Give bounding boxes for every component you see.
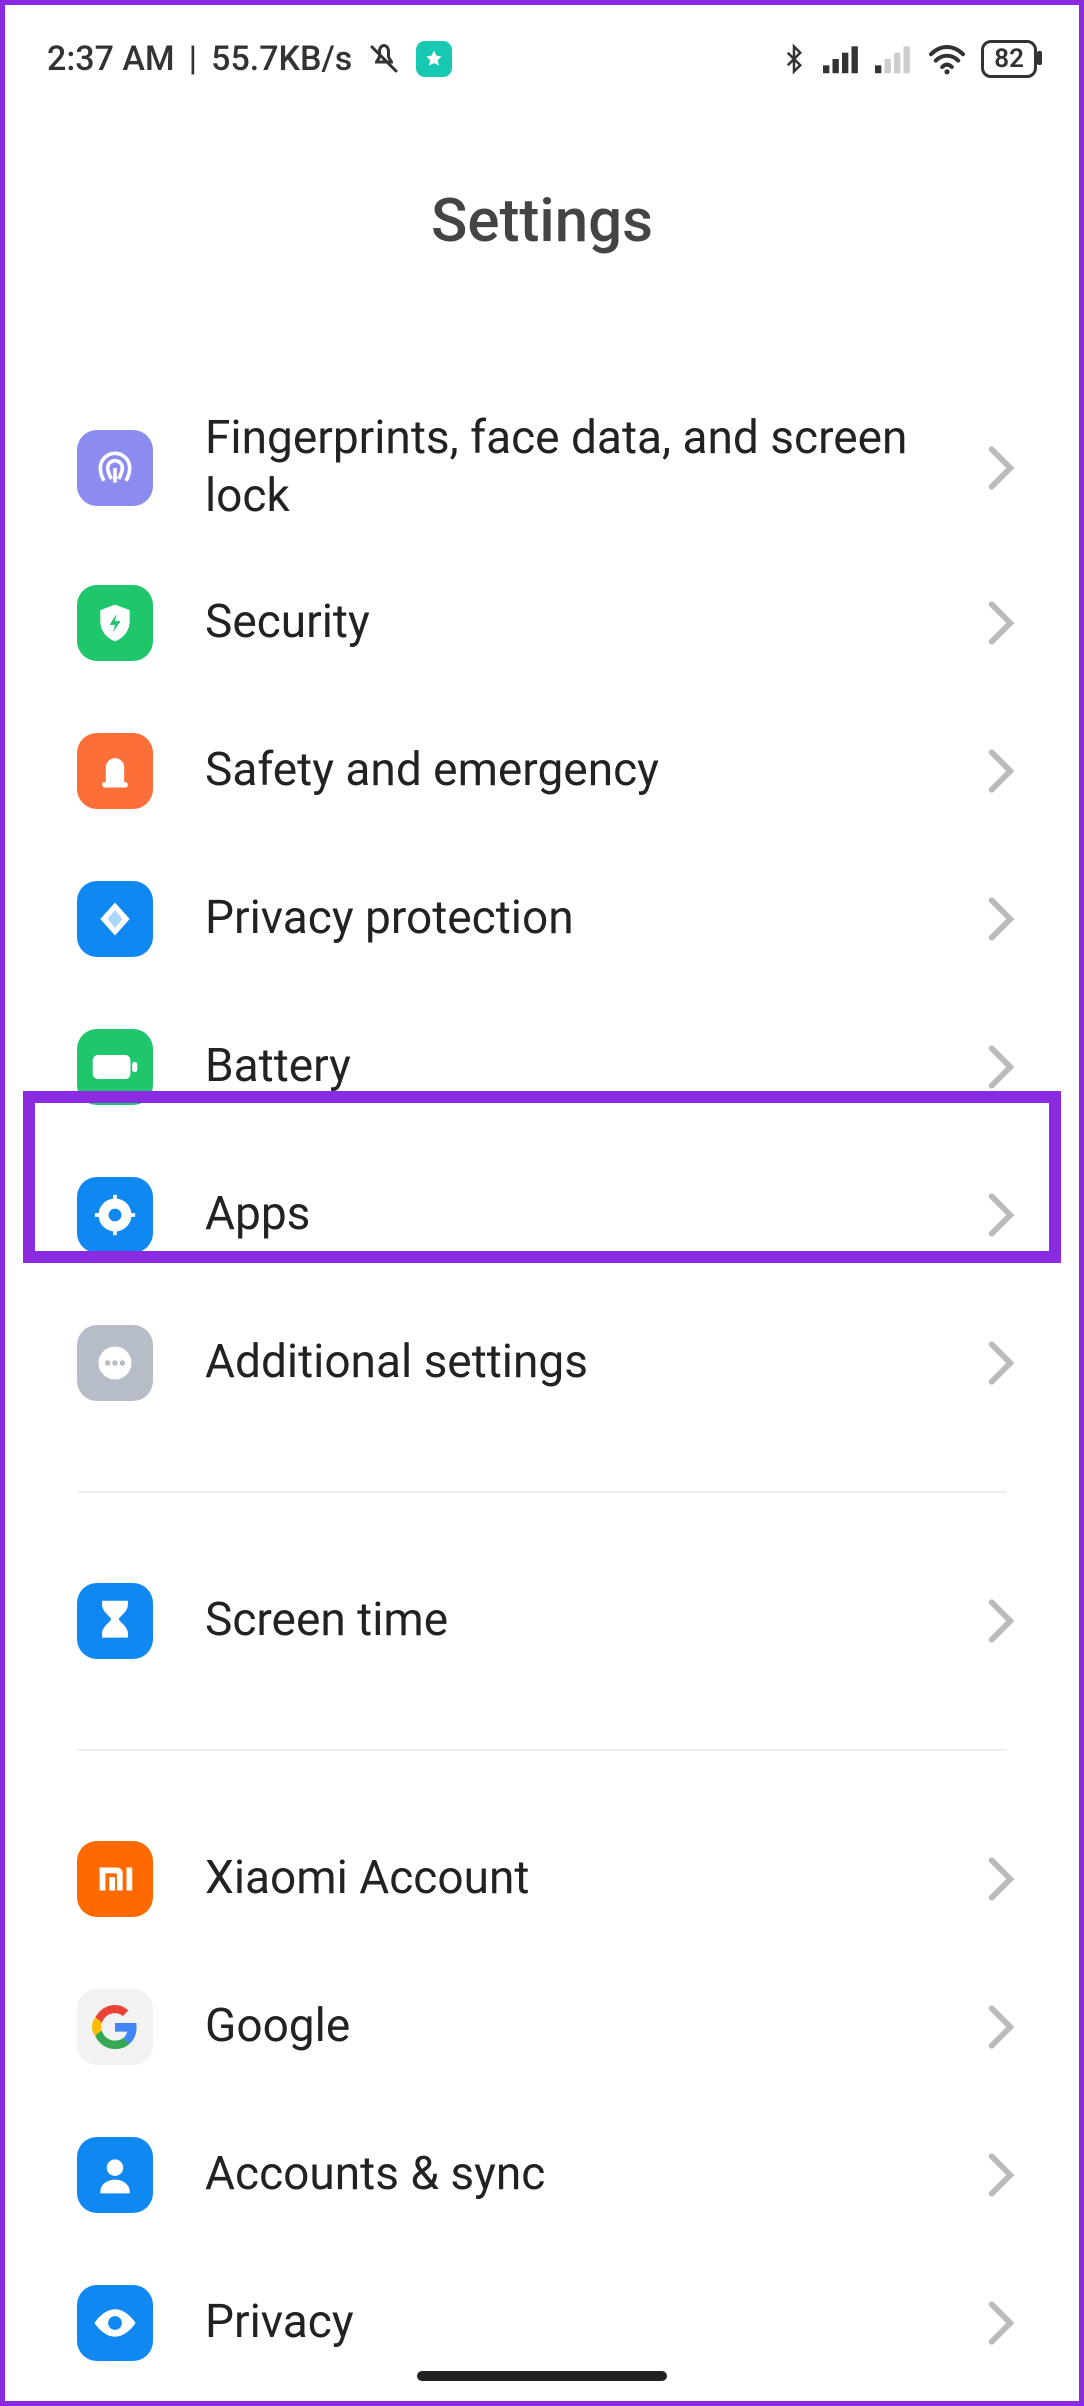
settings-item-xiaomi-account[interactable]: Xiaomi Account [5, 1805, 1079, 1953]
signal-2-icon [875, 44, 913, 74]
diamond-icon [77, 881, 153, 957]
navigation-handle[interactable] [417, 2371, 667, 2381]
settings-item-label: Privacy [205, 2294, 987, 2352]
chevron-right-icon [987, 1043, 1015, 1091]
signal-1-icon [823, 44, 861, 74]
app-badge-icon [416, 41, 452, 77]
settings-item-label: Xiaomi Account [205, 1850, 987, 1908]
dots-icon [77, 1325, 153, 1401]
settings-item-additional[interactable]: Additional settings [5, 1289, 1079, 1437]
wifi-icon [927, 43, 967, 75]
chevron-right-icon [987, 1597, 1015, 1645]
battery-indicator: 82 [981, 40, 1037, 78]
settings-item-accounts-sync[interactable]: Accounts & sync [5, 2101, 1079, 2249]
settings-item-safety[interactable]: Safety and emergency [5, 697, 1079, 845]
chevron-right-icon [987, 895, 1015, 943]
battery-icon [77, 1029, 153, 1105]
settings-item-google[interactable]: Google [5, 1953, 1079, 2101]
shield-bolt-icon [77, 585, 153, 661]
divider [77, 1749, 1007, 1751]
chevron-right-icon [987, 1339, 1015, 1387]
chevron-right-icon [987, 2151, 1015, 2199]
settings-item-label: Accounts & sync [205, 2146, 987, 2204]
settings-item-security[interactable]: Security [5, 549, 1079, 697]
settings-item-fingerprint[interactable]: Fingerprints, face data, and screen lock [5, 386, 1079, 549]
status-separator: | [189, 39, 197, 79]
status-time: 2:37 AM [47, 39, 175, 79]
google-icon [77, 1989, 153, 2065]
settings-item-battery[interactable]: Battery [5, 993, 1079, 1141]
settings-item-privacy-protection[interactable]: Privacy protection [5, 845, 1079, 993]
status-left: 2:37 AM | 55.7KB/s [47, 39, 452, 79]
settings-item-label: Battery [205, 1038, 987, 1096]
chevron-right-icon [987, 1855, 1015, 1903]
hourglass-icon [77, 1583, 153, 1659]
chevron-right-icon [987, 747, 1015, 795]
settings-item-label: Fingerprints, face data, and screen lock [205, 410, 987, 525]
chevron-right-icon [987, 444, 1015, 492]
settings-item-label: Google [205, 1998, 987, 2056]
status-right: 82 [779, 39, 1037, 79]
settings-item-apps[interactable]: Apps [5, 1141, 1079, 1289]
divider [77, 1491, 1007, 1493]
chevron-right-icon [987, 1191, 1015, 1239]
eye-icon [77, 2285, 153, 2361]
settings-item-label: Additional settings [205, 1334, 987, 1392]
settings-item-label: Apps [205, 1186, 987, 1244]
person-icon [77, 2137, 153, 2213]
settings-item-label: Screen time [205, 1592, 987, 1650]
status-net-speed: 55.7KB/s [211, 39, 352, 79]
chevron-right-icon [987, 2299, 1015, 2347]
settings-item-label: Safety and emergency [205, 742, 987, 800]
page-title: Settings [5, 185, 1079, 256]
settings-item-screen-time[interactable]: Screen time [5, 1547, 1079, 1695]
settings-item-label: Security [205, 594, 987, 652]
settings-item-label: Privacy protection [205, 890, 987, 948]
fingerprint-icon [77, 430, 153, 506]
siren-icon [77, 733, 153, 809]
gear-icon [77, 1177, 153, 1253]
status-bar: 2:37 AM | 55.7KB/s 82 [5, 5, 1079, 95]
bluetooth-icon [779, 39, 809, 79]
mi-icon [77, 1841, 153, 1917]
chevron-right-icon [987, 2003, 1015, 2051]
mute-icon [366, 41, 402, 77]
settings-list[interactable]: Fingerprints, face data, and screen lock… [5, 386, 1079, 2397]
chevron-right-icon [987, 599, 1015, 647]
